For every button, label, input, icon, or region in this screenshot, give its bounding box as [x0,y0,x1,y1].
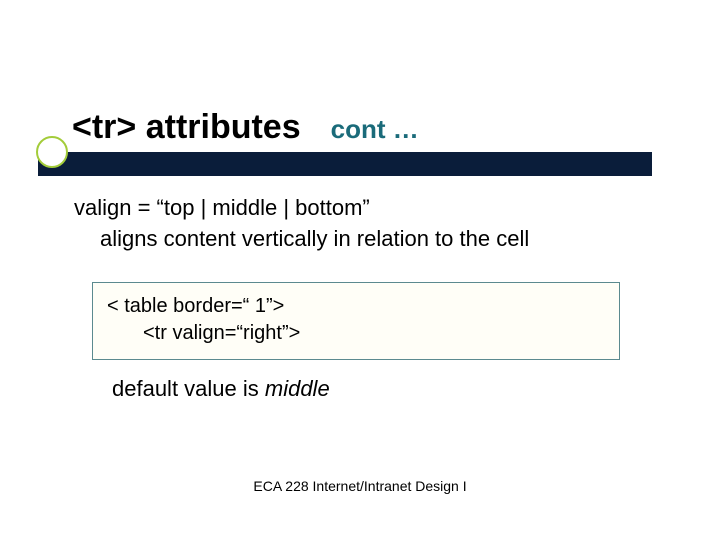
body-line-1: valign = “top | middle | bottom” [74,194,654,223]
slide: <tr> attributes cont … valign = “top | m… [0,0,720,540]
slide-title: <tr> attributes cont … [72,108,648,147]
title-underline-bar [38,152,652,176]
code-line-1: < table border=“ 1”> [107,293,605,320]
code-line-2: <tr valign=“right”> [143,320,605,347]
code-example-box: < table border=“ 1”> <tr valign=“right”> [92,282,620,360]
default-note-prefix: default value is [112,376,265,401]
default-note-value: middle [265,376,330,401]
title-bullet-icon [36,136,68,168]
body-line-2: aligns content vertically in relation to… [100,225,654,254]
default-note: default value is middle [112,376,330,402]
slide-footer: ECA 228 Internet/Intranet Design I [0,478,720,494]
title-main: <tr> attributes [72,108,301,147]
title-continuation: cont … [331,114,419,145]
body-text: valign = “top | middle | bottom” aligns … [74,194,654,253]
